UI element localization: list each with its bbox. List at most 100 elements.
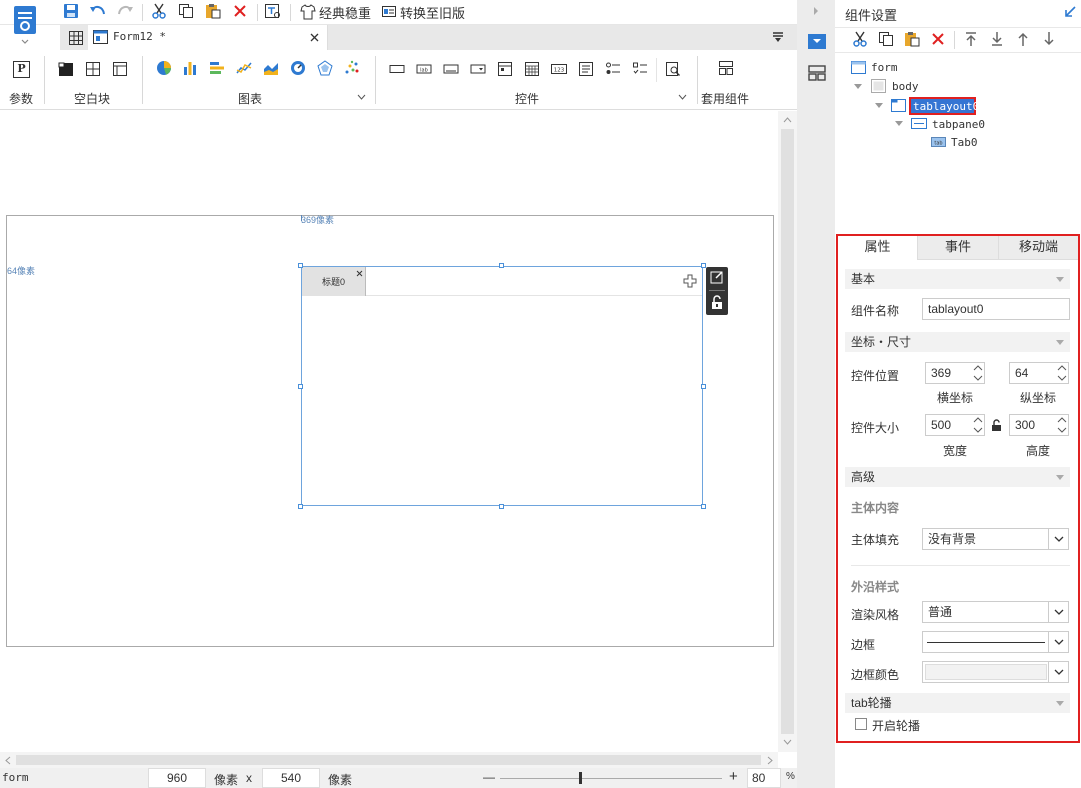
area-chart-icon[interactable]	[263, 60, 279, 76]
resize-handle-w[interactable]	[298, 384, 303, 389]
resize-handle-n[interactable]	[499, 263, 504, 268]
line-chart-icon[interactable]	[236, 60, 252, 76]
body-fill-select[interactable]: 没有背景	[922, 528, 1069, 550]
resize-handle-sw[interactable]	[298, 504, 303, 509]
canvas-height-input[interactable]: 540	[262, 768, 320, 788]
checkbox-group-icon[interactable]	[632, 61, 648, 77]
height-stepper-icon[interactable]	[1056, 415, 1068, 435]
paste-icon[interactable]	[204, 2, 222, 20]
resize-handle-e[interactable]	[701, 384, 706, 389]
redo-icon[interactable]	[116, 2, 134, 20]
add-tab-icon[interactable]	[683, 274, 697, 288]
component-name-input[interactable]: tablayout0	[922, 298, 1070, 320]
app-menu-icon[interactable]	[12, 4, 40, 44]
widget-library-icon[interactable]	[808, 65, 826, 81]
section-advanced[interactable]: 高级	[845, 467, 1070, 487]
border-select[interactable]	[922, 631, 1069, 653]
tab-block-icon[interactable]	[112, 61, 128, 77]
component-settings-toggle[interactable]	[808, 34, 826, 49]
textarea-control-icon[interactable]	[578, 61, 594, 77]
scroll-up-icon[interactable]	[783, 117, 792, 123]
x-stepper-icon[interactable]	[972, 363, 984, 383]
tab-menu-icon[interactable]	[771, 31, 785, 44]
absolute-block-icon[interactable]	[58, 61, 74, 77]
pie-chart-icon[interactable]	[156, 60, 172, 76]
control-expand-icon[interactable]	[678, 94, 687, 100]
undo-icon[interactable]	[89, 2, 107, 20]
panel-delete-icon[interactable]	[932, 33, 944, 45]
radar-chart-icon[interactable]	[317, 60, 333, 76]
resize-handle-nw[interactable]	[298, 263, 303, 268]
horizontal-scrollbar[interactable]	[0, 752, 778, 768]
search-query-icon[interactable]	[665, 61, 681, 77]
save-icon[interactable]	[62, 2, 80, 20]
horizontal-bar-icon[interactable]	[209, 60, 225, 76]
template-component-icon[interactable]	[718, 60, 734, 76]
panel-dock-icon[interactable]	[1064, 6, 1076, 18]
resize-handle-se[interactable]	[701, 504, 706, 509]
date-control-icon[interactable]	[497, 61, 513, 77]
scatter-chart-icon[interactable]	[344, 60, 360, 76]
collapse-panel-icon[interactable]	[813, 6, 819, 16]
edit-icon[interactable]	[710, 270, 724, 284]
copy-icon[interactable]	[177, 2, 195, 20]
zoom-out-button[interactable]: —	[483, 770, 495, 784]
move-up-icon[interactable]	[1016, 31, 1030, 47]
section-basic[interactable]: 基本	[845, 269, 1070, 289]
scroll-right-icon[interactable]	[767, 756, 773, 765]
section-coords[interactable]: 坐标・尺寸	[845, 332, 1070, 352]
tree-expand-body-icon[interactable]	[854, 84, 862, 90]
dropdown-control-icon[interactable]	[470, 61, 486, 77]
vertical-scrollbar[interactable]	[778, 111, 797, 752]
carousel-checkbox[interactable]	[855, 718, 867, 730]
unlock-icon[interactable]	[710, 295, 724, 310]
delete-icon[interactable]	[231, 2, 249, 20]
bar-chart-icon[interactable]	[182, 60, 198, 76]
y-stepper-icon[interactable]	[1056, 363, 1068, 383]
classic-theme-button[interactable]: 经典稳重	[300, 2, 371, 22]
move-top-icon[interactable]	[964, 31, 978, 47]
param-icon[interactable]: P	[13, 61, 30, 78]
horizontal-scroll-thumb[interactable]	[16, 755, 761, 765]
text-control-icon[interactable]	[443, 61, 459, 77]
aspect-lock-icon[interactable]	[991, 419, 1002, 432]
tree-expand-tablayout-icon[interactable]	[875, 103, 883, 109]
vertical-scroll-thumb[interactable]	[781, 129, 794, 734]
panel-copy-icon[interactable]	[878, 31, 894, 47]
scroll-down-icon[interactable]	[783, 739, 792, 745]
resize-handle-s[interactable]	[499, 504, 504, 509]
convert-old-version-button[interactable]: 转换至旧版	[381, 2, 465, 22]
move-down-icon[interactable]	[1042, 31, 1056, 47]
tab-form12[interactable]: Form12 *	[88, 25, 328, 50]
section-tab-carousel[interactable]: tab轮播	[845, 693, 1070, 713]
radio-group-icon[interactable]	[605, 61, 621, 77]
zoom-input[interactable]: 80	[747, 768, 781, 788]
panel-cut-icon[interactable]	[852, 31, 868, 47]
grid-view-icon[interactable]	[67, 29, 85, 47]
panel-paste-icon[interactable]	[904, 31, 920, 47]
gauge-chart-icon[interactable]	[290, 60, 306, 76]
chart-expand-icon[interactable]	[357, 94, 366, 100]
tree-expand-tabpane-icon[interactable]	[895, 121, 903, 127]
prop-tab-attributes[interactable]: 属性	[838, 236, 918, 260]
tab-close-icon[interactable]	[356, 270, 363, 277]
calendar-control-icon[interactable]	[524, 61, 540, 77]
canvas-width-input[interactable]: 960	[148, 768, 206, 788]
preview-icon[interactable]	[264, 2, 282, 20]
width-stepper-icon[interactable]	[972, 415, 984, 435]
prop-tab-mobile[interactable]: 移动端	[999, 236, 1078, 260]
move-bottom-icon[interactable]	[990, 31, 1004, 47]
render-style-select[interactable]: 普通	[922, 601, 1069, 623]
zoom-in-button[interactable]: +	[729, 768, 738, 785]
tab-title0[interactable]: 标题0	[302, 267, 366, 296]
cut-icon[interactable]	[150, 2, 168, 20]
split-block-icon[interactable]	[85, 61, 101, 77]
close-icon[interactable]	[310, 33, 319, 42]
border-color-select[interactable]	[922, 661, 1069, 683]
button-control-icon[interactable]	[389, 61, 405, 77]
label-control-icon[interactable]: lab	[416, 61, 432, 77]
tablayout-widget[interactable]: 标题0	[301, 266, 703, 506]
zoom-slider[interactable]	[500, 778, 722, 779]
number-control-icon[interactable]: 123	[551, 61, 567, 77]
zoom-slider-thumb[interactable]	[579, 772, 582, 784]
